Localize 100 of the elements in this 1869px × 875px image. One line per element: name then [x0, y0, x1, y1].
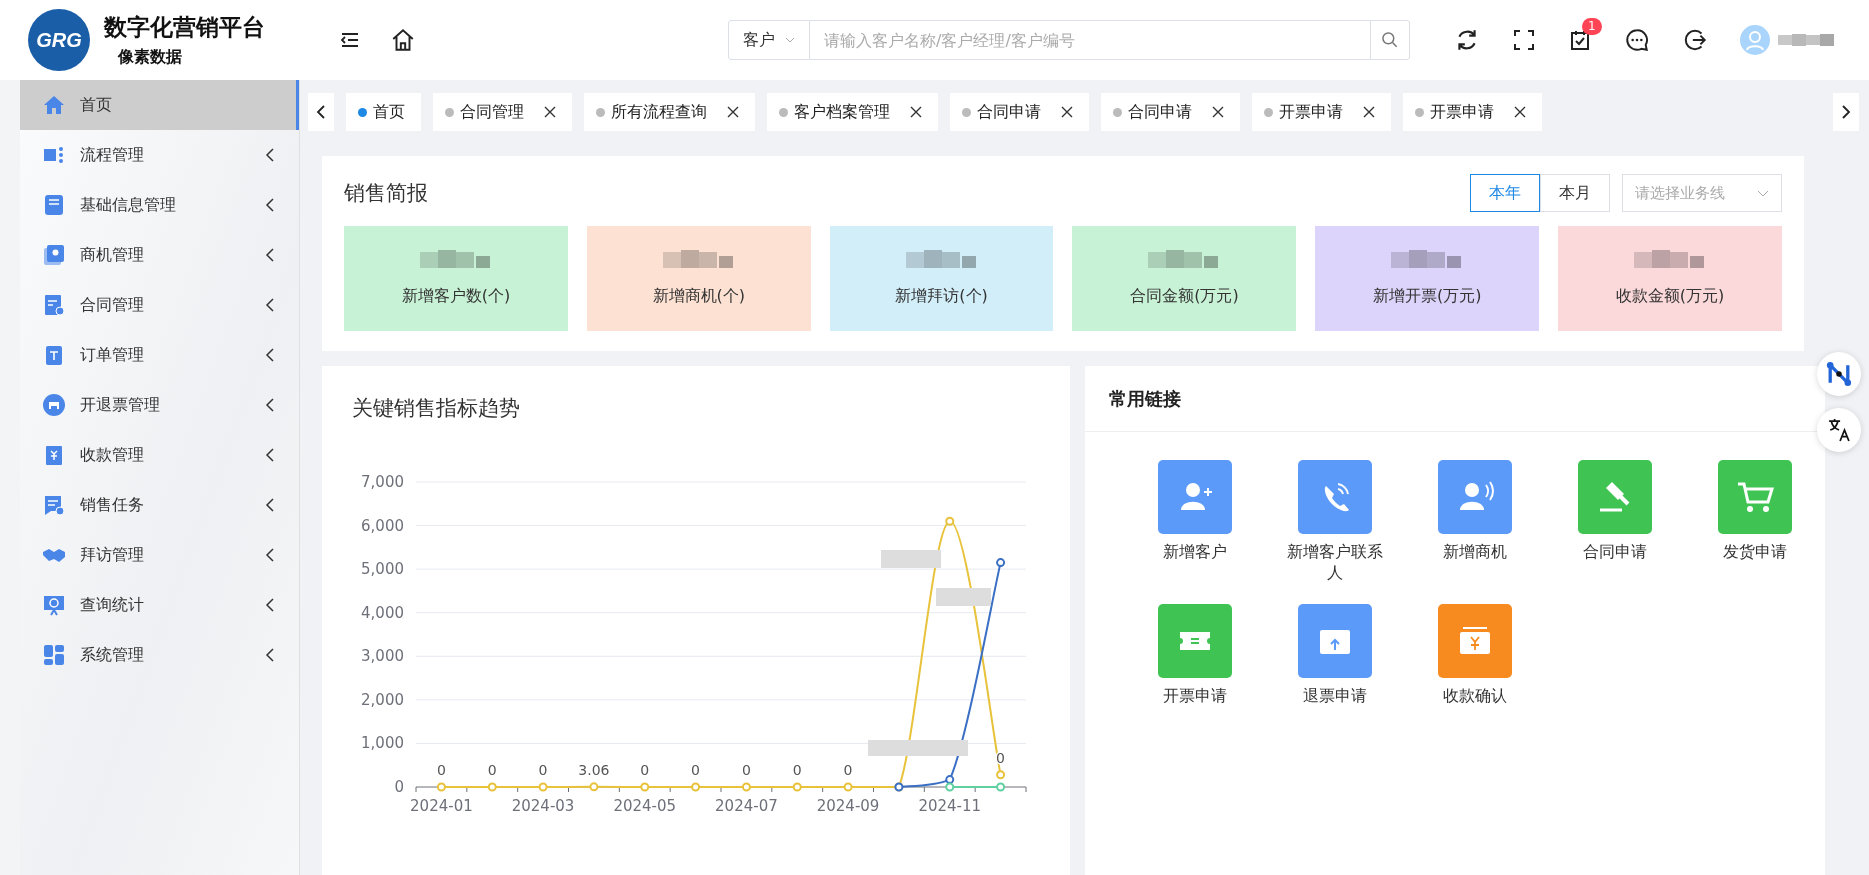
todo-icon[interactable]	[1568, 28, 1592, 52]
tab[interactable]: 首页	[346, 93, 421, 131]
tabs-next-button[interactable]	[1833, 93, 1859, 131]
dot-icon	[1264, 107, 1273, 117]
data-point	[538, 782, 548, 792]
data-point	[996, 558, 1006, 568]
sidebar-item[interactable]: 销售任务	[20, 480, 299, 530]
y-axis-label: 1,000	[361, 734, 404, 753]
y-axis-label: 0	[394, 778, 404, 796]
chat-icon[interactable]	[1624, 27, 1650, 53]
printer-icon	[42, 393, 66, 417]
chevron-left-icon	[265, 248, 275, 262]
quick-link[interactable]: 退票申请	[1265, 604, 1405, 707]
tab[interactable]: 客户档案管理	[767, 93, 938, 131]
data-label: 0	[792, 762, 802, 778]
sidebar-item[interactable]: 合同管理	[20, 280, 299, 330]
chevron-left-icon	[265, 348, 275, 362]
sidebar-item[interactable]: 系统管理	[20, 630, 299, 680]
data-point	[996, 770, 1006, 780]
sidebar-item[interactable]: 收款管理	[20, 430, 299, 480]
app-subtitle: 像素数据	[118, 47, 183, 68]
quick-link[interactable]: 新增商机	[1405, 460, 1545, 584]
tab[interactable]: 开票申请	[1403, 93, 1542, 131]
close-icon[interactable]	[727, 106, 739, 118]
translate-icon[interactable]	[1817, 408, 1861, 452]
logo: GRG	[28, 9, 90, 71]
chevron-left-icon	[265, 498, 275, 512]
stat-icon	[42, 593, 66, 617]
quick-link[interactable]: 发货申请	[1685, 460, 1825, 584]
tab[interactable]: 合同申请	[1101, 93, 1240, 131]
quick-link[interactable]: 新增客户	[1125, 460, 1265, 584]
fullscreen-icon[interactable]	[1512, 28, 1536, 52]
tab[interactable]: 合同管理	[433, 93, 572, 131]
y-axis-label: 5,000	[361, 560, 404, 579]
x-axis-label: 2024-07	[715, 797, 778, 815]
data-point	[436, 782, 446, 792]
data-label: 3.06	[578, 761, 610, 778]
sidebar-item[interactable]: 订单管理	[20, 330, 299, 380]
grid-icon	[42, 643, 66, 667]
period-button[interactable]: 本月	[1540, 174, 1610, 212]
close-icon[interactable]	[1212, 106, 1224, 118]
sidebar-item[interactable]: 商机管理	[20, 230, 299, 280]
card-title: 关键销售指标趋势	[352, 395, 521, 422]
data-point	[945, 516, 955, 526]
y-axis-label: 3,000	[361, 647, 404, 666]
data-point	[792, 782, 802, 792]
sidebar-item[interactable]: 基础信息管理	[20, 180, 299, 230]
stat-card: 新增客户数(个)	[344, 226, 568, 331]
quick-link[interactable]: 收款确认	[1405, 604, 1545, 707]
tab[interactable]: 所有流程查询	[584, 93, 755, 131]
data-point	[589, 782, 599, 792]
x-axis-label: 2024-03	[511, 797, 575, 815]
search-button[interactable]	[1370, 20, 1410, 60]
data-point	[741, 782, 751, 792]
search-field[interactable]: 请输入客户名称/客户经理/客户编号	[810, 20, 1370, 60]
sidebar-item[interactable]: 首页	[20, 80, 299, 130]
tab[interactable]: 合同申请	[950, 93, 1089, 131]
chevron-left-icon	[265, 448, 275, 462]
home-icon[interactable]	[390, 27, 416, 53]
bulb-icon	[42, 243, 66, 267]
sidebar-item[interactable]: 查询统计	[20, 580, 299, 630]
sidebar-item[interactable]: 流程管理	[20, 130, 299, 180]
dot-icon	[1113, 107, 1122, 117]
tabs-prev-button[interactable]	[308, 93, 334, 131]
quick-link[interactable]: 合同申请	[1545, 460, 1685, 584]
close-icon[interactable]	[1514, 106, 1526, 118]
network-icon[interactable]	[1817, 352, 1861, 396]
notification-badge: 1	[1582, 18, 1602, 35]
logout-icon[interactable]	[1682, 27, 1708, 53]
dot-icon	[1415, 107, 1424, 117]
dot-icon	[445, 107, 454, 117]
close-icon[interactable]	[544, 106, 556, 118]
data-point	[691, 782, 701, 792]
search-scope-select[interactable]: 客户	[728, 20, 810, 60]
chevron-left-icon	[265, 598, 275, 612]
y-axis-label: 6,000	[361, 516, 404, 535]
data-point	[843, 782, 853, 792]
data-label: 0	[538, 762, 548, 778]
x-axis-label: 2024-01	[410, 797, 473, 815]
stat-card: 新增拜访(个)	[829, 226, 1054, 331]
close-icon[interactable]	[910, 106, 922, 118]
close-icon[interactable]	[1363, 106, 1375, 118]
tab[interactable]: 开票申请	[1252, 93, 1391, 131]
sidebar-item[interactable]: 拜访管理	[20, 530, 299, 580]
chevron-left-icon	[316, 104, 326, 120]
data-point	[487, 782, 497, 792]
dot-icon	[779, 107, 788, 117]
contract-icon	[42, 293, 66, 317]
chevron-left-icon	[265, 298, 275, 312]
quick-link[interactable]: 开票申请	[1125, 604, 1265, 707]
caret-icon	[1757, 189, 1769, 197]
close-icon[interactable]	[1061, 106, 1073, 118]
sidebar-item[interactable]: 开退票管理	[20, 380, 299, 430]
quick-link[interactable]: 新增客户联系人	[1265, 460, 1405, 584]
blurred-user-name	[1778, 33, 1834, 47]
stat-card: 新增商机(个)	[586, 226, 811, 331]
x-axis-label: 2024-11	[918, 797, 982, 815]
data-label: 0	[691, 762, 701, 778]
period-button[interactable]: 本年	[1470, 174, 1540, 212]
x-axis-label: 2024-05	[613, 797, 677, 815]
